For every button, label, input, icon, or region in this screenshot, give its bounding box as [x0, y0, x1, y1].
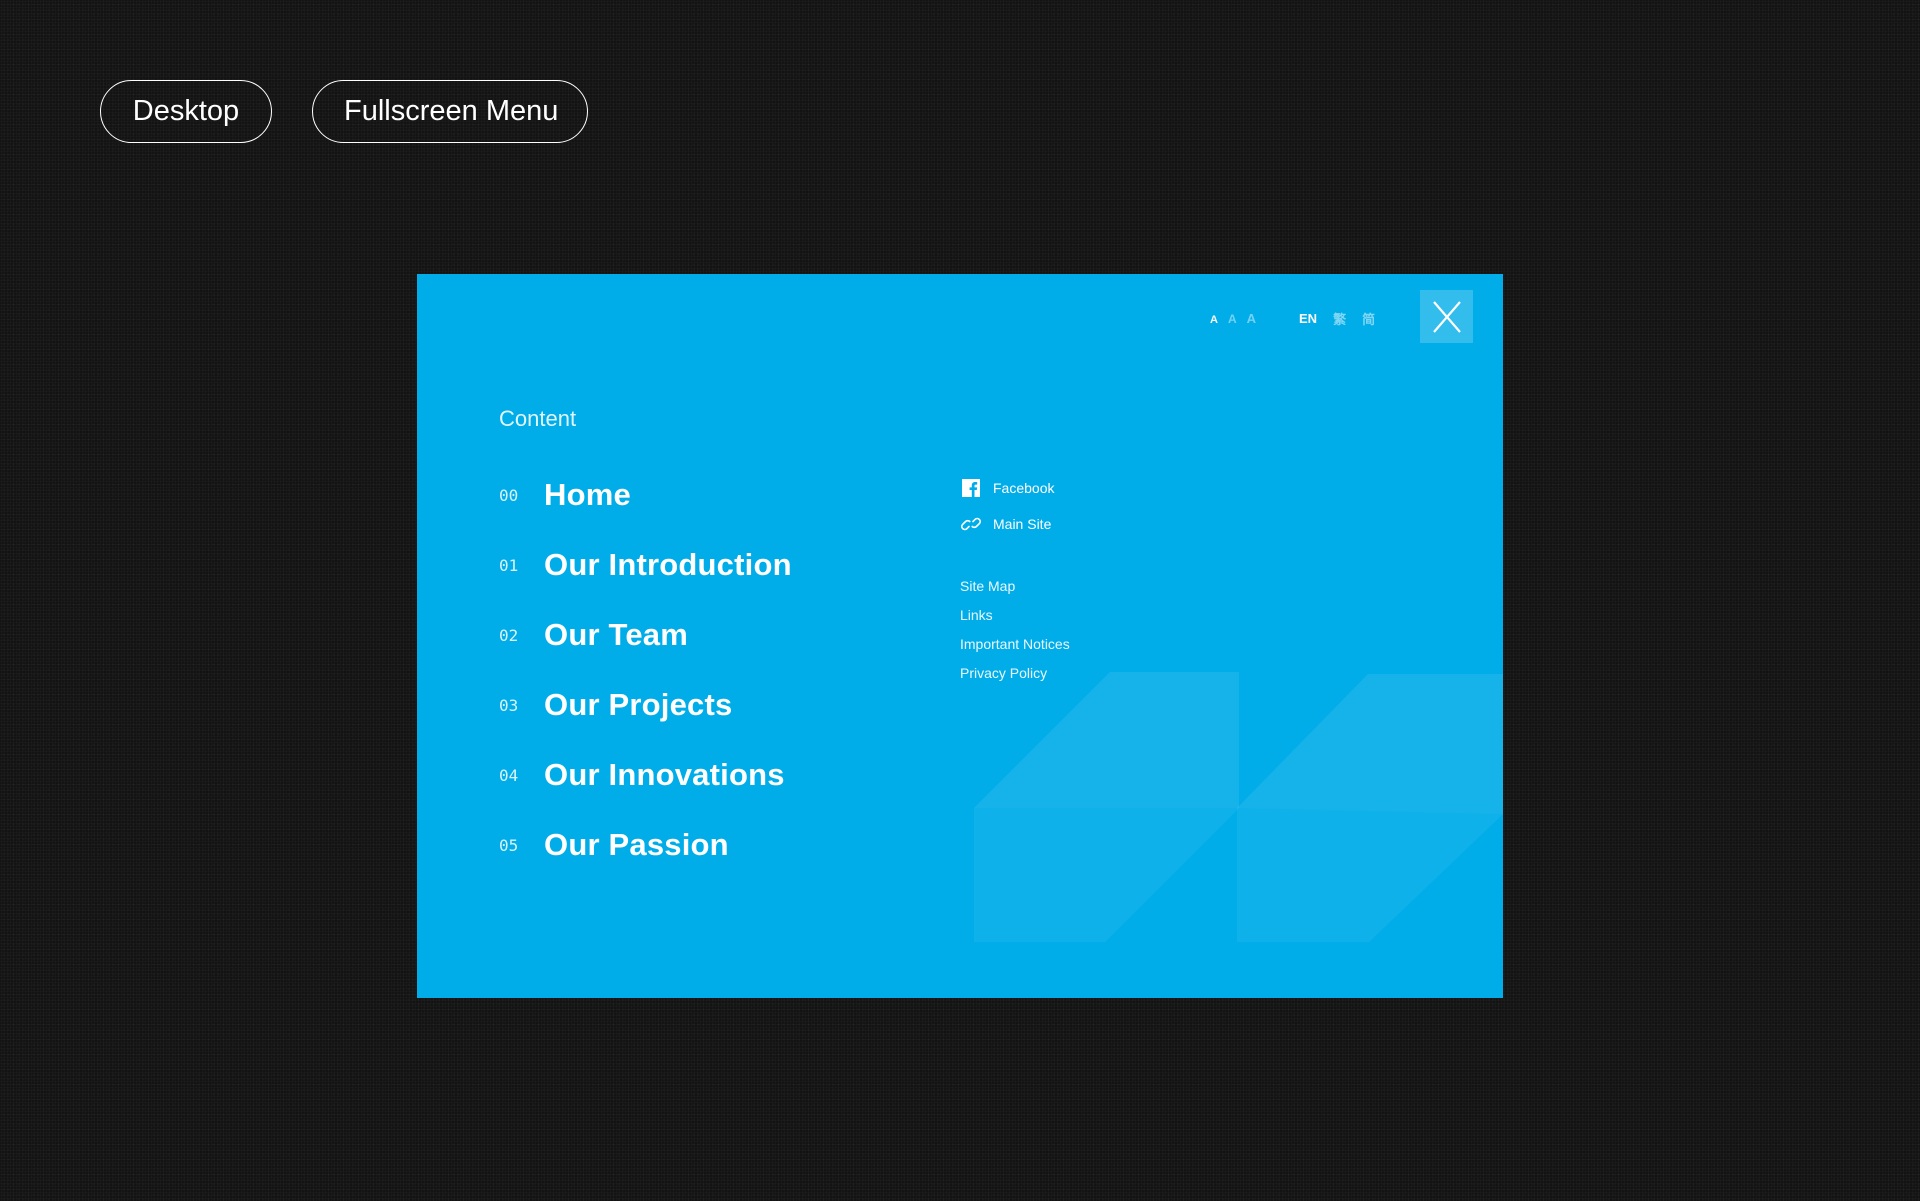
nav-item-label: Our Innovations [544, 757, 785, 792]
nav-item-number: 02 [499, 625, 519, 645]
nav-item-our-passion[interactable]: 05 Our Passion [499, 810, 792, 880]
privacy-policy-link[interactable]: Privacy Policy [960, 659, 1070, 688]
nav-item-label: Home [544, 477, 631, 512]
nav-item-our-introduction[interactable]: 01 Our Introduction [499, 530, 792, 600]
footer-links: Site Map Links Important Notices Privacy… [960, 572, 1070, 688]
language-en[interactable]: EN [1299, 311, 1317, 326]
nav-item-label: Our Introduction [544, 547, 792, 582]
font-size-selector: A A A [1210, 311, 1256, 326]
font-size-medium[interactable]: A [1228, 312, 1237, 326]
nav-item-number: 04 [499, 765, 519, 785]
main-site-label: Main Site [993, 516, 1052, 532]
nav-item-our-projects[interactable]: 03 Our Projects [499, 670, 792, 740]
nav-item-label: Our Passion [544, 827, 729, 862]
close-icon [1432, 300, 1461, 333]
nav-item-label: Our Team [544, 617, 689, 652]
section-label: Content [499, 406, 577, 431]
nav-item-number: 00 [499, 485, 519, 505]
facebook-link[interactable]: Facebook [960, 470, 1054, 506]
fullscreen-menu-tag[interactable]: Fullscreen Menu [312, 80, 588, 143]
nav-item-number: 05 [499, 835, 519, 855]
nav-item-home[interactable]: 00 Home [499, 460, 792, 530]
social-links: Facebook Main Site [960, 470, 1054, 542]
nav-item-our-team[interactable]: 02 Our Team [499, 600, 792, 670]
font-size-small[interactable]: A [1210, 314, 1218, 326]
links-link[interactable]: Links [960, 601, 1070, 630]
facebook-label: Facebook [993, 480, 1055, 496]
main-site-link[interactable]: Main Site [960, 506, 1054, 542]
nav-item-our-innovations[interactable]: 04 Our Innovations [499, 740, 792, 810]
important-notices-link[interactable]: Important Notices [960, 630, 1070, 659]
site-map-link[interactable]: Site Map [960, 572, 1070, 601]
font-size-large[interactable]: A [1247, 311, 1256, 326]
link-icon [960, 513, 982, 535]
language-simplified-chinese[interactable]: 简 [1362, 309, 1375, 328]
language-selector: EN 繁 简 [1299, 309, 1375, 328]
nav-item-number: 01 [499, 555, 519, 575]
main-navigation: 00 Home 01 Our Introduction 02 Our Team … [499, 460, 792, 880]
facebook-icon [960, 477, 982, 499]
nav-item-label: Our Projects [544, 687, 733, 722]
close-button[interactable] [1420, 290, 1473, 343]
fullscreen-menu-panel: A A A EN 繁 简 Content 00 Home 01 Our Intr… [417, 274, 1503, 998]
language-traditional-chinese[interactable]: 繁 [1333, 309, 1346, 328]
nav-item-number: 03 [499, 695, 519, 715]
desktop-tag[interactable]: Desktop [100, 80, 272, 143]
